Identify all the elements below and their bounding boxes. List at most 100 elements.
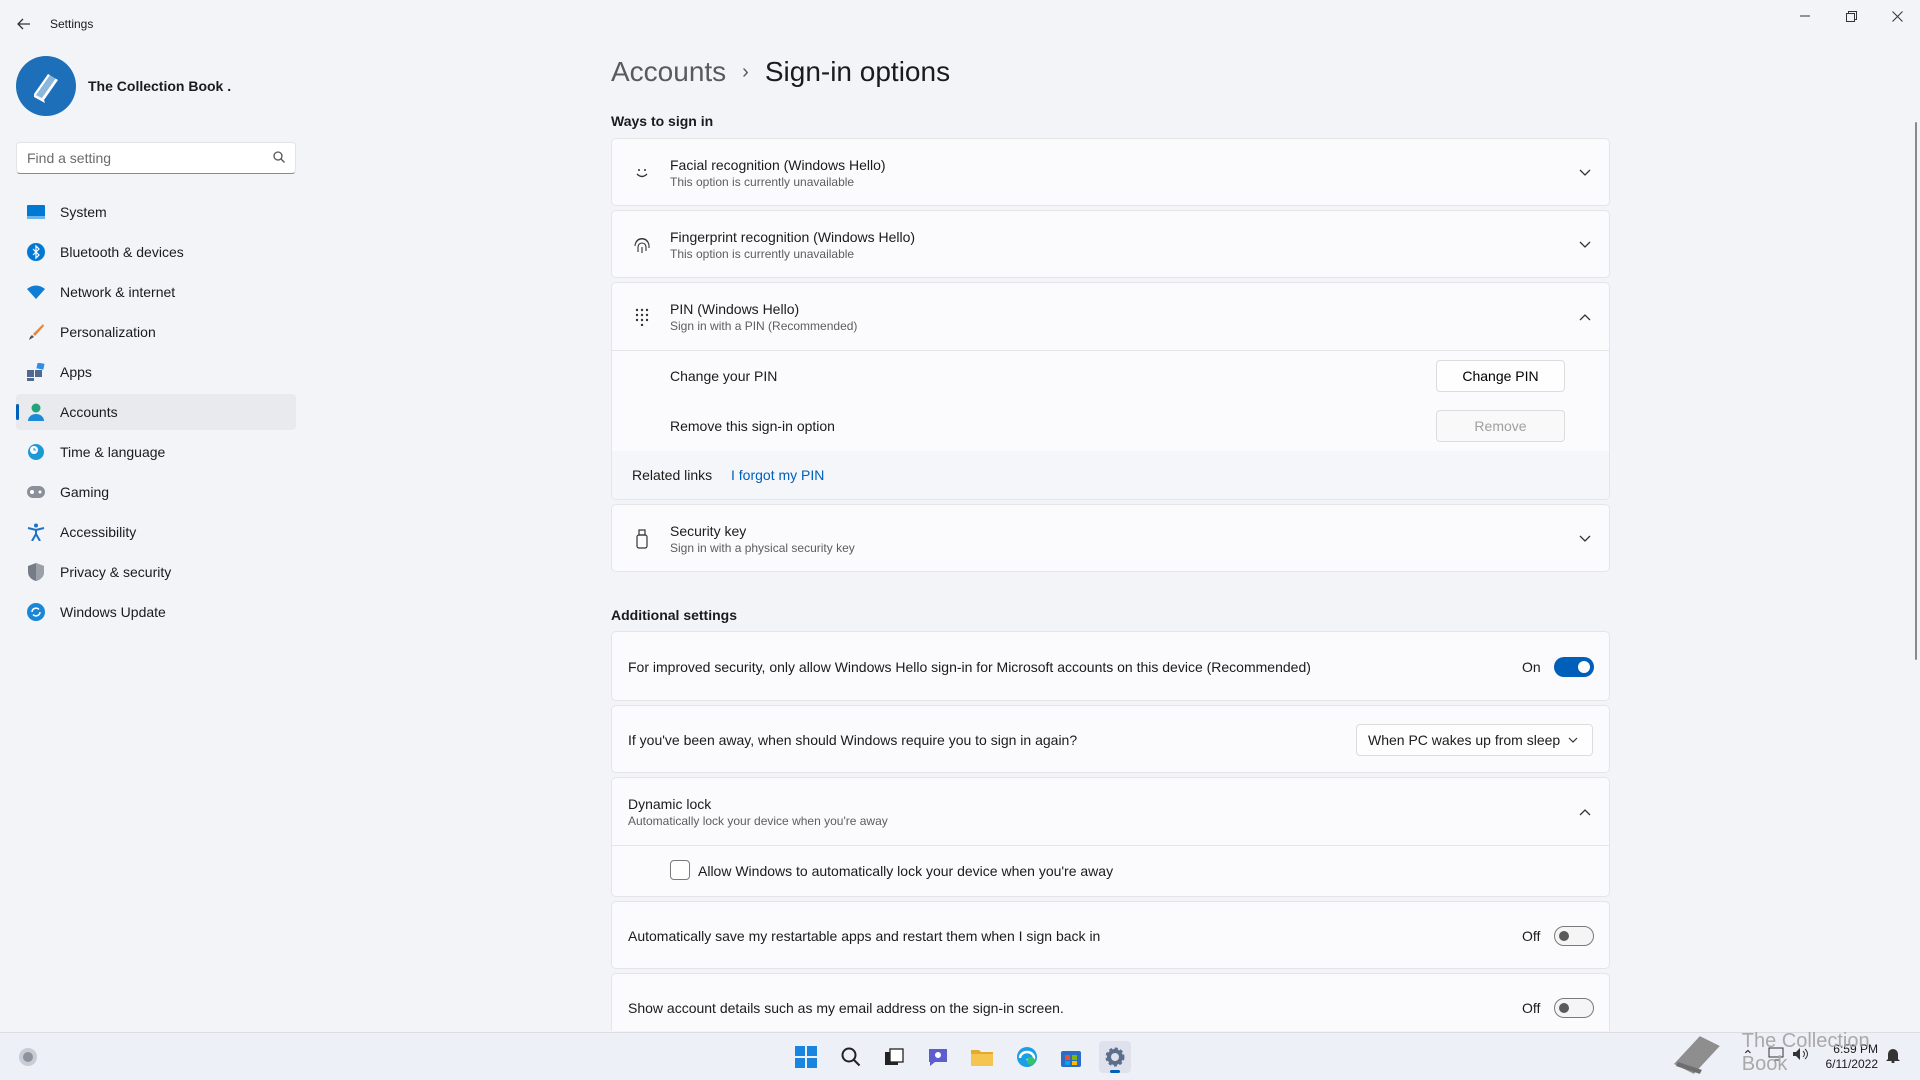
forgot-pin-link[interactable]: I forgot my PIN	[731, 467, 824, 483]
breadcrumb-parent[interactable]: Accounts	[611, 56, 726, 88]
book-logo-icon	[34, 74, 58, 103]
account-details-card: Show account details such as my email ad…	[611, 973, 1610, 1031]
sidebar-item-gaming[interactable]: Gaming	[16, 474, 296, 510]
usb-key-icon	[630, 527, 654, 551]
account-details-state: Off	[1522, 1000, 1541, 1016]
sidebar-item-label: Apps	[60, 364, 92, 380]
sidebar-item-bluetooth[interactable]: Bluetooth & devices	[16, 234, 296, 270]
account-details-toggle[interactable]	[1554, 998, 1594, 1018]
restart-apps-label: Automatically save my restartable apps a…	[628, 928, 1101, 944]
sidebar-item-label: Accessibility	[60, 524, 137, 540]
minimize-icon[interactable]	[1782, 0, 1828, 32]
chevron-up-icon[interactable]	[1579, 310, 1591, 324]
search-box[interactable]	[16, 142, 296, 174]
pin-subtitle: Sign in with a PIN (Recommended)	[670, 318, 858, 333]
chevron-down-icon	[1568, 734, 1578, 746]
profile-name: The Collection Book .	[88, 78, 232, 94]
sidebar-item-privacy-security[interactable]: Privacy & security	[16, 554, 296, 590]
store-icon[interactable]	[1055, 1041, 1087, 1073]
search-icon[interactable]	[273, 151, 285, 166]
dynamic-lock-header[interactable]: Dynamic lock Automatically lock your dev…	[612, 778, 1609, 846]
sidebar-item-label: Accounts	[60, 404, 118, 420]
require-sign-in-dropdown[interactable]: When PC wakes up from sleep	[1356, 724, 1593, 756]
security-key-subtitle: Sign in with a physical security key	[670, 541, 855, 555]
dynamic-lock-checkbox[interactable]	[670, 860, 690, 880]
require-sign-in-card: If you've been away, when should Windows…	[611, 705, 1610, 773]
shield-icon	[26, 562, 46, 582]
avatar	[16, 56, 76, 116]
pin-card: PIN (Windows Hello) Sign in with a PIN (…	[611, 282, 1610, 500]
hello-only-state: On	[1522, 659, 1541, 675]
restart-apps-state: Off	[1522, 928, 1541, 944]
chevron-up-icon[interactable]	[1579, 805, 1591, 819]
sidebar-item-label: Windows Update	[60, 604, 166, 620]
chevron-down-icon[interactable]	[1579, 238, 1591, 252]
sidebar-item-label: Network & internet	[60, 284, 176, 300]
facial-title: Facial recognition (Windows Hello)	[670, 157, 886, 173]
start-icon[interactable]	[790, 1041, 822, 1073]
title-bar: Settings	[0, 0, 1920, 48]
fingerprint-icon	[630, 233, 654, 257]
chevron-down-icon[interactable]	[1579, 532, 1591, 546]
pin-header[interactable]: PIN (Windows Hello) Sign in with a PIN (…	[612, 283, 1609, 351]
sidebar-item-accounts[interactable]: Accounts	[16, 394, 296, 430]
back-arrow-icon[interactable]	[12, 12, 36, 36]
keypad-icon	[630, 305, 654, 329]
facial-subtitle: This option is currently unavailable	[670, 175, 855, 189]
close-icon[interactable]	[1874, 0, 1920, 32]
restart-apps-toggle[interactable]	[1554, 926, 1594, 946]
search-icon[interactable]	[835, 1041, 867, 1073]
sidebar-item-label: System	[60, 204, 107, 220]
dynamic-lock-card: Dynamic lock Automatically lock your dev…	[611, 777, 1610, 897]
chat-icon[interactable]	[922, 1041, 954, 1073]
bluetooth-icon	[26, 242, 46, 262]
account-details-label: Show account details such as my email ad…	[628, 1000, 1064, 1016]
gamepad-icon	[26, 482, 46, 502]
widgets-icon[interactable]	[12, 1041, 44, 1073]
person-icon	[26, 402, 46, 422]
dynamic-lock-subtitle: Automatically lock your device when you'…	[628, 813, 888, 828]
sidebar-item-label: Personalization	[60, 324, 156, 340]
search-input[interactable]	[17, 143, 257, 173]
hello-only-card: For improved security, only allow Window…	[611, 631, 1610, 701]
sidebar-item-time-language[interactable]: Time & language	[16, 434, 296, 470]
file-explorer-icon[interactable]	[966, 1041, 998, 1073]
remove-pin-row: Remove this sign-in option Remove	[612, 401, 1609, 451]
hello-only-label: For improved security, only allow Window…	[628, 659, 1311, 675]
section-title-ways: Ways to sign in	[611, 113, 714, 129]
fingerprint-recognition-card[interactable]: Fingerprint recognition (Windows Hello) …	[611, 210, 1610, 278]
scrollbar[interactable]	[1915, 122, 1917, 660]
edge-browser-icon[interactable]	[1011, 1041, 1043, 1073]
sidebar-item-label: Time & language	[60, 444, 166, 460]
sidebar-item-personalization[interactable]: Personalization	[16, 314, 296, 350]
dynamic-lock-checkbox-label: Allow Windows to automatically lock your…	[698, 863, 1114, 879]
dynamic-lock-title: Dynamic lock	[628, 795, 712, 812]
sidebar-item-apps[interactable]: Apps	[16, 354, 296, 390]
window-title: Settings	[50, 17, 94, 31]
restore-icon[interactable]	[1828, 0, 1874, 32]
security-key-card[interactable]: Security key Sign in with a physical sec…	[611, 504, 1610, 572]
fingerprint-subtitle: This option is currently unavailable	[670, 247, 855, 261]
sidebar-item-windows-update[interactable]: Windows Update	[16, 594, 296, 630]
task-view-icon[interactable]	[878, 1041, 910, 1073]
sidebar-item-accessibility[interactable]: Accessibility	[16, 514, 296, 550]
sidebar-item-system[interactable]: System	[16, 194, 296, 230]
clock-globe-icon	[26, 442, 46, 462]
breadcrumb-separator: ›	[742, 60, 749, 83]
require-sign-in-label: If you've been away, when should Windows…	[628, 732, 1078, 748]
related-links-label: Related links	[632, 467, 713, 483]
profile[interactable]: The Collection Book .	[16, 56, 231, 116]
remove-pin-button[interactable]: Remove	[1436, 410, 1565, 442]
sidebar-item-label: Privacy & security	[60, 564, 172, 580]
change-pin-button[interactable]: Change PIN	[1436, 360, 1565, 392]
page-title: Sign-in options	[764, 56, 951, 87]
facial-recognition-card[interactable]: Facial recognition (Windows Hello) This …	[611, 138, 1610, 206]
chevron-down-icon[interactable]	[1579, 166, 1591, 180]
related-links-row: Related links I forgot my PIN	[612, 451, 1609, 499]
sidebar-item-label: Gaming	[60, 484, 110, 500]
sidebar-item-network[interactable]: Network & internet	[16, 274, 296, 310]
accessibility-icon	[26, 522, 46, 542]
settings-gear-icon[interactable]	[1099, 1041, 1131, 1073]
fingerprint-title: Fingerprint recognition (Windows Hello)	[670, 229, 916, 245]
hello-only-toggle[interactable]	[1554, 657, 1594, 677]
